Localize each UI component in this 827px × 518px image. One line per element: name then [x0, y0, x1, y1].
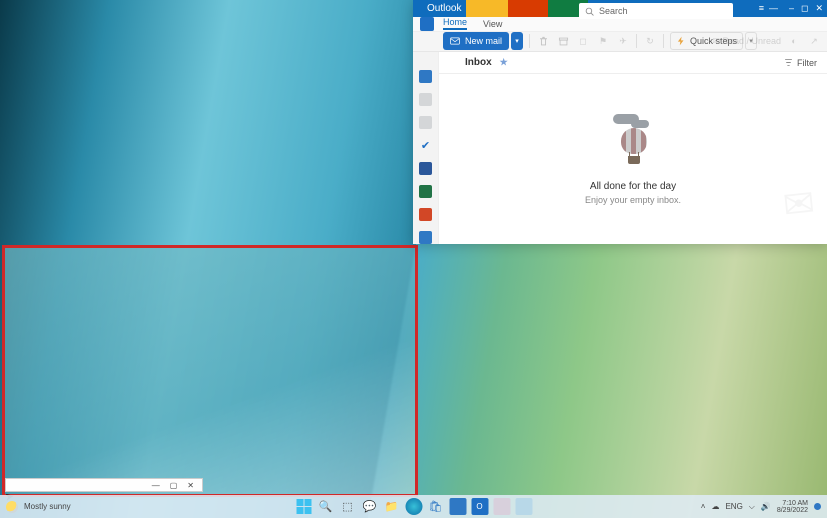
- ribbon-display-icon[interactable]: ≡: [759, 3, 764, 14]
- flag-icon[interactable]: ⚑: [596, 34, 610, 48]
- taskbar[interactable]: Mostly sunny 🔍 ⬚ 💬 📁 🛍 O ˄ ☁ ENG ⌵ 🔊 7:1…: [0, 495, 827, 518]
- sync-icon[interactable]: ↻: [643, 34, 657, 48]
- ribbon-tabs: Home View: [413, 17, 827, 32]
- more-apps-icon[interactable]: [419, 231, 432, 244]
- favorite-star-icon[interactable]: ★: [500, 57, 508, 68]
- more-commands-icon[interactable]: ↗: [807, 34, 821, 48]
- pinned-app-2-icon[interactable]: [515, 498, 532, 515]
- archive-icon[interactable]: [556, 34, 570, 48]
- message-list-pane: Inbox ★ Filter All done for the day Enjo…: [439, 52, 827, 244]
- app-name: Outlook: [427, 3, 461, 14]
- snap-target-region: [2, 245, 418, 497]
- mail-module-icon[interactable]: [420, 17, 434, 31]
- outlook-taskbar-icon[interactable]: O: [471, 498, 488, 515]
- maximize-icon[interactable]: ◻: [801, 3, 808, 14]
- lightning-icon: [676, 36, 686, 46]
- minimize-icon[interactable]: —: [152, 481, 160, 490]
- clock[interactable]: 7:10 AM 8/29/2022: [777, 500, 808, 514]
- onedrive-icon[interactable]: ☁: [711, 502, 719, 511]
- task-view-icon[interactable]: ⬚: [339, 498, 356, 515]
- empty-subtitle: Enjoy your empty inbox.: [585, 195, 681, 205]
- separator: [663, 34, 664, 48]
- taskbar-center: 🔍 ⬚ 💬 📁 🛍 O: [295, 498, 532, 515]
- weather-text: Mostly sunny: [24, 502, 71, 511]
- new-mail-button[interactable]: New mail: [443, 32, 509, 50]
- filter-button[interactable]: Filter: [784, 58, 817, 68]
- ribbon: New mail ▾ ◻ ⚑ ✈ ↻ Quick steps ▾ ✉ Read …: [413, 32, 827, 52]
- edge-icon[interactable]: [405, 498, 422, 515]
- tab-home[interactable]: Home: [443, 17, 467, 30]
- calculator-icon[interactable]: [493, 498, 510, 515]
- notification-badge-icon[interactable]: [814, 503, 821, 510]
- powerpoint-app-icon[interactable]: [419, 208, 432, 221]
- send-receive-icon[interactable]: ✈: [616, 34, 630, 48]
- excel-app-icon[interactable]: [419, 185, 432, 198]
- search-placeholder: Search: [599, 6, 628, 16]
- search-input[interactable]: Search: [579, 3, 733, 19]
- pinned-app-1-icon[interactable]: [449, 498, 466, 515]
- tag-icon[interactable]: ◐: [787, 34, 801, 48]
- app-rail: ✔: [413, 52, 439, 244]
- date-text: 8/29/2022: [777, 507, 808, 514]
- system-tray[interactable]: ˄ ☁ ENG ⌵ 🔊 7:10 AM 8/29/2022: [701, 500, 821, 514]
- network-icon[interactable]: ⌵: [749, 502, 755, 512]
- chat-icon[interactable]: 💬: [361, 498, 378, 515]
- new-mail-label: New mail: [465, 36, 502, 46]
- taskbar-widgets[interactable]: Mostly sunny: [0, 501, 71, 513]
- mail-icon: [450, 36, 460, 46]
- calendar-app-icon[interactable]: [419, 93, 432, 106]
- mail-app-icon[interactable]: [419, 70, 432, 83]
- search-taskbar-icon[interactable]: 🔍: [317, 498, 334, 515]
- tray-chevron-icon[interactable]: ˄: [701, 502, 706, 511]
- search-icon: [585, 7, 594, 16]
- folder-name[interactable]: Inbox: [465, 57, 492, 68]
- people-app-icon[interactable]: [419, 116, 432, 129]
- outlook-window: Outlook Search ≡ — – ◻ ✕ Home View New m…: [413, 0, 827, 244]
- move-icon[interactable]: ◻: [576, 34, 590, 48]
- weather-icon: [6, 501, 18, 513]
- todo-app-icon[interactable]: ✔: [421, 139, 430, 152]
- outlook-titlebar[interactable]: Outlook Search ≡ — – ◻ ✕: [413, 0, 827, 17]
- start-button[interactable]: [295, 498, 312, 515]
- empty-inbox-state: All done for the day Enjoy your empty in…: [439, 74, 827, 244]
- folder-header: Inbox ★ Filter: [439, 52, 827, 74]
- empty-title: All done for the day: [590, 181, 676, 192]
- window-controls: ≡ — – ◻ ✕: [759, 3, 823, 14]
- volume-icon[interactable]: 🔊: [761, 502, 771, 511]
- minimize-icon[interactable]: –: [789, 3, 794, 14]
- new-mail-dropdown[interactable]: ▾: [511, 32, 523, 50]
- separator: [636, 34, 637, 48]
- envelope-watermark-icon: ✉: [781, 180, 817, 228]
- store-icon[interactable]: 🛍: [427, 498, 444, 515]
- filter-icon: [784, 58, 793, 67]
- language-indicator[interactable]: ENG: [725, 502, 742, 511]
- explorer-icon[interactable]: 📁: [383, 498, 400, 515]
- delete-icon[interactable]: [536, 34, 550, 48]
- read-unread-button[interactable]: ✉ Read / Unread: [712, 36, 781, 47]
- time-text: 7:10 AM: [777, 500, 808, 507]
- word-app-icon[interactable]: [419, 162, 432, 175]
- close-icon[interactable]: ✕: [815, 3, 823, 14]
- tab-view[interactable]: View: [483, 19, 502, 29]
- dragged-window-titlebar[interactable]: — ▢ ✕: [5, 478, 203, 492]
- separator: [529, 34, 530, 48]
- maximize-icon[interactable]: ▢: [170, 481, 178, 490]
- balloon-illustration: [609, 114, 657, 170]
- filter-label: Filter: [797, 58, 817, 68]
- close-icon[interactable]: ✕: [187, 481, 194, 490]
- restore-down-icon[interactable]: —: [769, 3, 778, 14]
